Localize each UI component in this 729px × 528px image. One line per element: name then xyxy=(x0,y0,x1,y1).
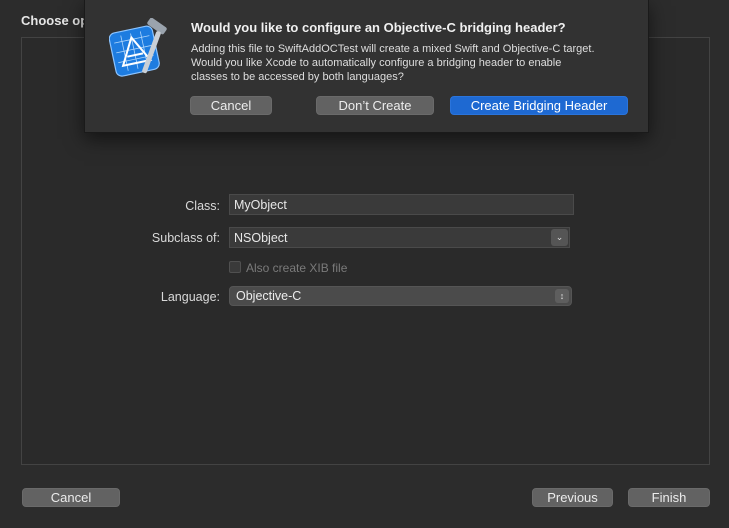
language-value: Objective-C xyxy=(236,289,302,303)
dialog-title: Would you like to configure an Objective… xyxy=(191,20,566,35)
new-file-window: Choose op Class: MyObject Subclass of: N… xyxy=(0,0,729,528)
subclass-label: Subclass of: xyxy=(151,231,220,245)
class-label: Class: xyxy=(185,199,220,213)
subclass-combo[interactable]: NSObject ⌄ xyxy=(229,227,570,248)
create-bridging-header-button[interactable]: Create Bridging Header xyxy=(450,96,628,115)
dont-create-button[interactable]: Don’t Create xyxy=(316,96,434,115)
cancel-button[interactable]: Cancel xyxy=(22,488,120,507)
xib-checkbox[interactable] xyxy=(229,261,241,273)
language-label: Language: xyxy=(160,290,220,304)
language-popup[interactable]: Objective-C ↕ xyxy=(229,286,572,306)
previous-button[interactable]: Previous xyxy=(532,488,613,507)
bridging-header-dialog: Would you like to configure an Objective… xyxy=(84,0,649,133)
dialog-message: Adding this file to SwiftAddOCTest will … xyxy=(191,43,595,83)
dialog-cancel-button[interactable]: Cancel xyxy=(190,96,272,115)
xcode-app-icon xyxy=(109,18,167,77)
subclass-value: NSObject xyxy=(234,231,288,245)
chevron-down-icon[interactable]: ⌄ xyxy=(551,229,568,246)
xib-checkbox-label: Also create XIB file xyxy=(246,261,348,275)
finish-button[interactable]: Finish xyxy=(628,488,710,507)
updown-chevron-icon: ↕ xyxy=(555,289,569,303)
class-name-field[interactable]: MyObject xyxy=(229,194,574,215)
window-title: Choose op xyxy=(21,13,89,28)
